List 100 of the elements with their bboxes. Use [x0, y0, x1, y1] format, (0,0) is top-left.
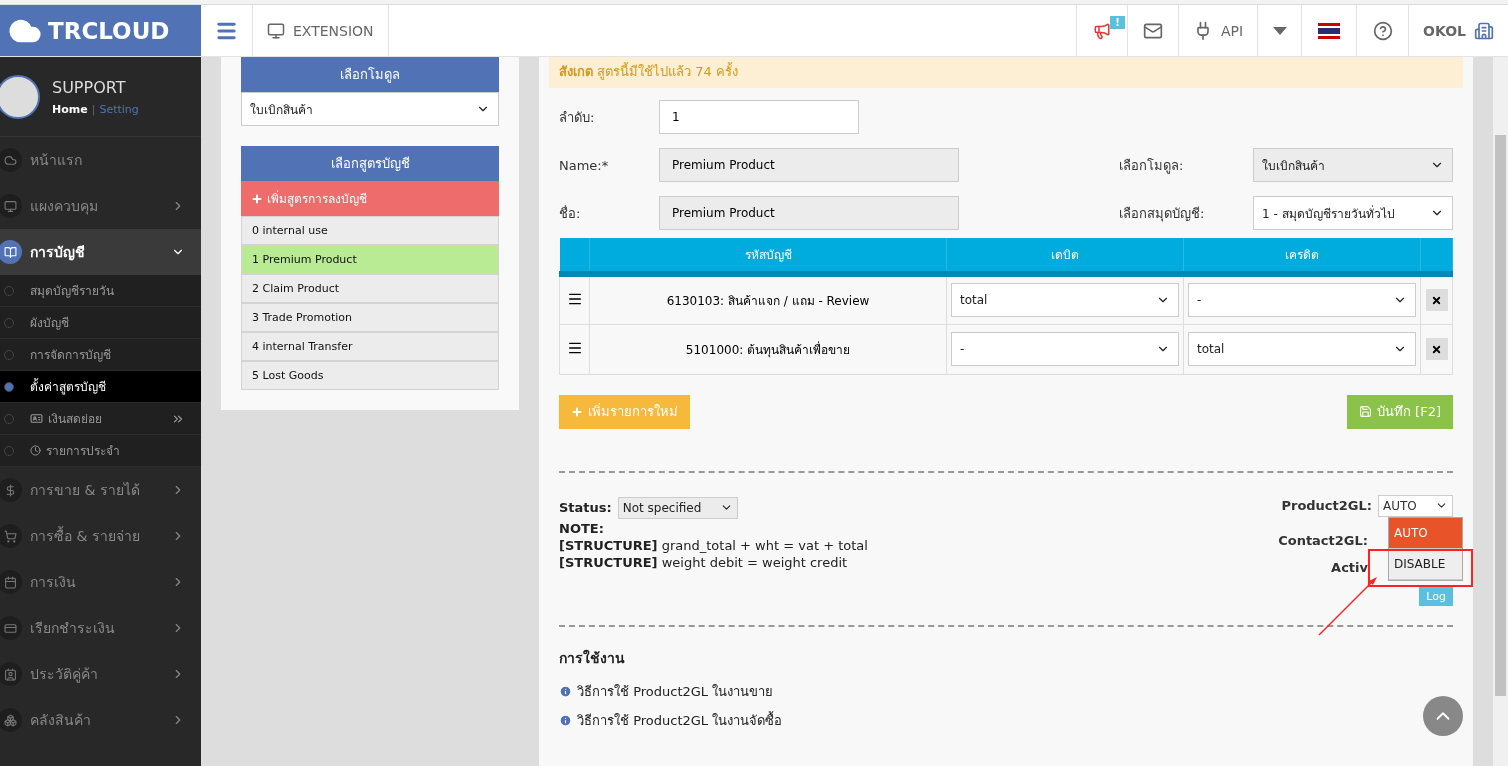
submenu-item[interactable]: เงินสดย่อย [0, 403, 201, 435]
close-icon [1431, 343, 1442, 355]
field-label: ลำดับ: [559, 108, 596, 127]
notice-banner: สังเกต สูตรนี้มีใช้ไปแล้ว 74 ครั้ง [549, 57, 1463, 88]
field-label: Name:* [559, 157, 610, 173]
credit-select[interactable]: - [1188, 283, 1416, 318]
module-select[interactable]: ใบเบิกสินค้า [1253, 148, 1453, 182]
sidebar-item[interactable]: หน้าแรก [0, 137, 201, 183]
status-select[interactable]: Not specified [617, 496, 738, 519]
card-icon [3, 621, 17, 635]
formula-item[interactable]: 0 internal use [241, 216, 499, 245]
sidebar-item[interactable]: การซื้อ & รายจ่าย [0, 513, 201, 559]
module-select[interactable]: ใบเบิกสินค้า [241, 92, 499, 126]
usage-title: การใช้งาน [559, 648, 626, 668]
formula-item[interactable]: 1 Premium Product [241, 245, 499, 274]
usage-link[interactable]: วิธีการใช้ Product2GL ในงานจัดซื้อ [559, 709, 783, 731]
formula-item[interactable]: 2 Claim Product [241, 274, 499, 303]
credit-select[interactable]: total [1188, 332, 1416, 366]
field-label: เลือกโมดูล: [1119, 156, 1185, 176]
api-button[interactable]: API [1178, 5, 1259, 56]
plus-icon [251, 192, 263, 205]
timeline-dot [4, 413, 14, 424]
sidebar-item[interactable]: การบัญชี [0, 229, 201, 275]
submenu-item[interactable]: สมุดบัญชีรายวัน [0, 275, 201, 307]
building-icon [1474, 20, 1494, 41]
formula-item[interactable]: 5 Lost Goods [241, 361, 499, 390]
boxes-icon [3, 713, 17, 727]
sidebar-item[interactable]: คลังสินค้า [0, 697, 201, 743]
cart-icon [3, 529, 17, 543]
close-icon [1431, 294, 1442, 306]
scrollbar-thumb[interactable] [1495, 135, 1506, 696]
formula-item[interactable]: 3 Trade Promotion [241, 303, 499, 332]
timeline-dot [4, 381, 14, 392]
name-field[interactable]: Premium Product [659, 148, 959, 182]
caret-icon[interactable] [1272, 26, 1287, 35]
product2gl-label: Product2GL: [1281, 498, 1372, 513]
contact2gl-label: Contact2GL: [1278, 532, 1368, 548]
account-cell: 5101000: ต้นทุนสินค้าเพื่อขาย [589, 324, 947, 374]
delete-button[interactable] [1425, 338, 1448, 360]
product2gl-select[interactable]: AUTO [1378, 494, 1453, 517]
info-icon [559, 684, 572, 698]
sidebar-item[interactable]: การเงิน [0, 559, 201, 605]
sidebar-item[interactable]: การขาย & รายได้ [0, 467, 201, 513]
note-label: NOTE: [559, 520, 605, 536]
book-icon [3, 245, 17, 259]
help-icon[interactable] [1372, 20, 1393, 41]
clock-icon [30, 445, 41, 456]
logo-text: TRCLOUD [48, 17, 170, 44]
status-label: Status: [559, 499, 612, 515]
arrow-drawing [1317, 574, 1379, 637]
extension-button[interactable]: EXTENSION [253, 5, 389, 56]
usage-link[interactable]: วิธีการใช้ Product2GL ในงานขาย [559, 680, 774, 702]
profile-name: SUPPORT [52, 77, 127, 97]
sidebar-item[interactable]: เรียกชำระเงิน [0, 605, 201, 651]
timeline-dot [4, 285, 14, 296]
debit-select[interactable]: - [951, 332, 1179, 366]
sidebar-item[interactable]: ประวัติคู่ค้า [0, 651, 201, 697]
monitor-icon [3, 199, 17, 213]
link-separator: | [91, 102, 96, 116]
user-menu[interactable]: OKOL [1409, 5, 1508, 56]
timeline-dot [4, 317, 14, 328]
submenu-item[interactable]: ตั้งค่าสูตรบัญชี [0, 371, 201, 403]
panel-header: เลือกสูตรบัญชี [241, 146, 499, 181]
field-label: ชื่อ: [559, 204, 582, 223]
monitor-icon [267, 21, 285, 40]
formula-item[interactable]: 4 internal Transfer [241, 332, 499, 361]
timeline-dot [4, 349, 14, 360]
home-link[interactable]: Home [52, 102, 88, 116]
delete-button[interactable] [1425, 289, 1448, 312]
timeline-dot [4, 445, 14, 456]
dropdown-option[interactable]: AUTO [1389, 517, 1462, 549]
submenu-item[interactable]: รายการประจำ [0, 435, 201, 467]
scroll-top-button[interactable] [1423, 696, 1463, 736]
account-cell: 6130103: สินค้าแจก / แถม - Review [589, 274, 947, 324]
column-header: เครดิต [1183, 238, 1421, 274]
active-label: Activ [1331, 559, 1368, 575]
megaphone-icon[interactable] [1092, 21, 1111, 40]
thai-name-field[interactable]: Premium Product [659, 196, 959, 230]
avatar [0, 74, 40, 119]
debit-select[interactable]: total [951, 283, 1179, 318]
journal-select[interactable]: 1 - สมุดบัญชีรายวันทั่วไป [1253, 196, 1453, 230]
field-label: เลือกสมุดบัญชี: [1119, 204, 1206, 224]
thai-flag-icon[interactable] [1318, 22, 1341, 39]
submenu-item[interactable]: การจัดการบัญชี [0, 339, 201, 371]
plus-icon [571, 405, 583, 418]
contact-icon [3, 667, 17, 681]
calendar-icon [3, 575, 17, 589]
panel-header: เลือกโมดูล [241, 57, 499, 92]
note-text: [STRUCTURE] weight debit = weight credit [559, 554, 849, 570]
submenu-item[interactable]: ผังบัญชี [0, 307, 201, 339]
cloud-icon [3, 153, 17, 167]
save-icon [1358, 405, 1372, 418]
note-text: [STRUCTURE] grand_total + wht = vat + total [559, 537, 868, 553]
order-field[interactable]: 1 [659, 100, 859, 134]
notification-badge: ! [1110, 15, 1125, 29]
info-icon [559, 713, 572, 727]
column-header: รหัสบัญชี [589, 238, 947, 274]
sidebar-item[interactable]: แผงควบคุม [0, 183, 201, 229]
id-card-icon [30, 412, 43, 425]
column-header: เดบิต [946, 238, 1184, 274]
